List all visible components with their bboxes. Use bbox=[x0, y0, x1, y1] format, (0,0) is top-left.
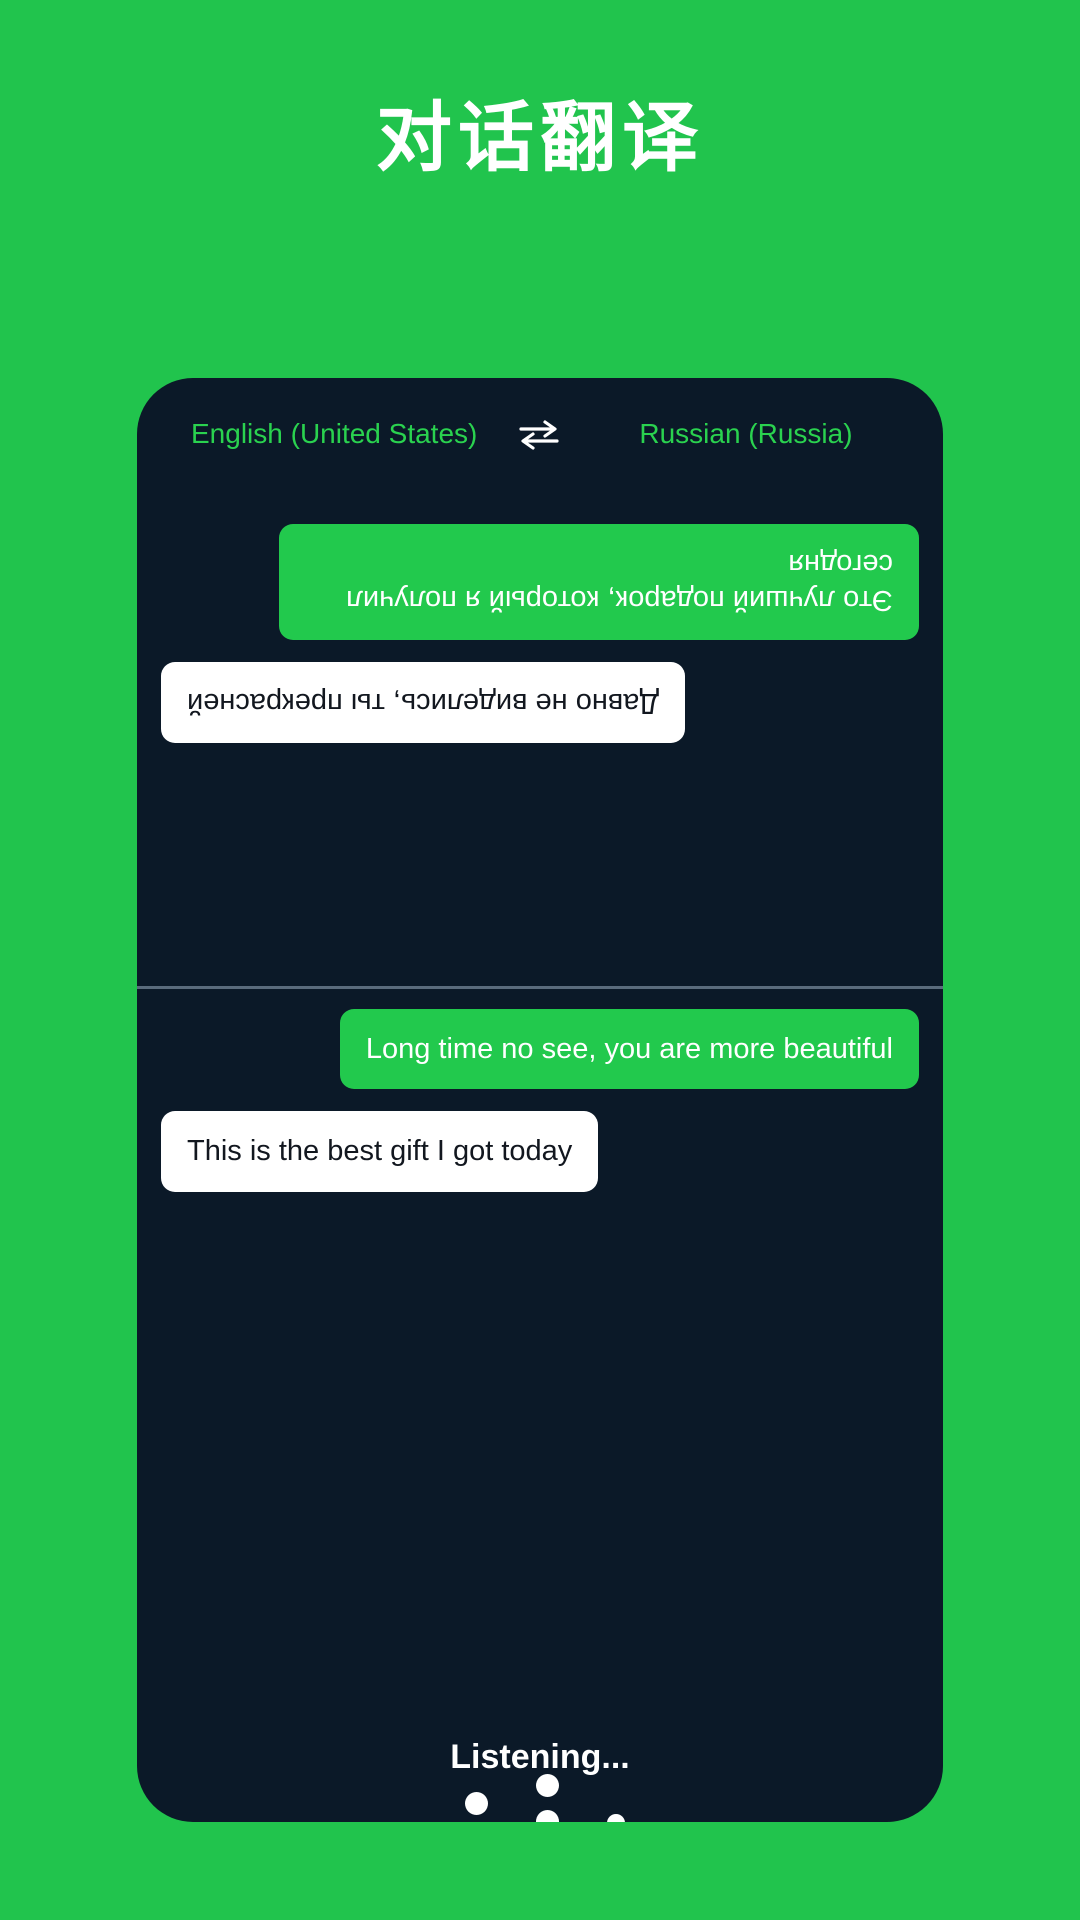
swap-horizontal-icon[interactable] bbox=[517, 417, 561, 451]
target-language-selector[interactable]: Russian (Russia) bbox=[639, 418, 852, 450]
waveform-column bbox=[606, 1814, 625, 1822]
listening-status-label: Listening... bbox=[450, 1738, 630, 1776]
app-background: 对话翻译 English (United States) Russian (Ru… bbox=[0, 0, 1080, 1920]
message-bubble[interactable]: Это лучший подарок, который я получил се… bbox=[279, 524, 919, 641]
page-title: 对话翻译 bbox=[376, 93, 704, 182]
message-row: Long time no see, you are more beautiful bbox=[137, 1009, 943, 1090]
message-row: Давно не виделись, ты прекрасней bbox=[137, 662, 943, 743]
waveform-column bbox=[464, 1791, 488, 1823]
phone-panel: English (United States) Russian (Russia)… bbox=[137, 378, 943, 1822]
message-row: Это лучший подарок, который я получил се… bbox=[137, 524, 943, 641]
conversation-pane-bottom: Long time no see, you are more beautiful… bbox=[137, 989, 943, 1319]
conversation-pane-top: Давно не виделись, ты прекрасней Это луч… bbox=[137, 490, 943, 985]
waveform-dot bbox=[606, 1814, 625, 1822]
message-bubble[interactable]: This is the best gift I got today bbox=[161, 1111, 599, 1192]
waveform-dot bbox=[535, 1809, 559, 1822]
waveform-column bbox=[535, 1773, 559, 1822]
language-bar: English (United States) Russian (Russia) bbox=[137, 378, 943, 490]
message-bubble[interactable]: Давно не виделись, ты прекрасней bbox=[161, 662, 686, 743]
source-language-selector[interactable]: English (United States) bbox=[191, 418, 477, 450]
waveform-dot bbox=[535, 1773, 559, 1797]
message-bubble[interactable]: Long time no see, you are more beautiful bbox=[339, 1009, 919, 1090]
message-row: This is the best gift I got today bbox=[137, 1111, 943, 1192]
audio-waveform bbox=[137, 1773, 943, 1823]
waveform-dot bbox=[464, 1791, 488, 1815]
